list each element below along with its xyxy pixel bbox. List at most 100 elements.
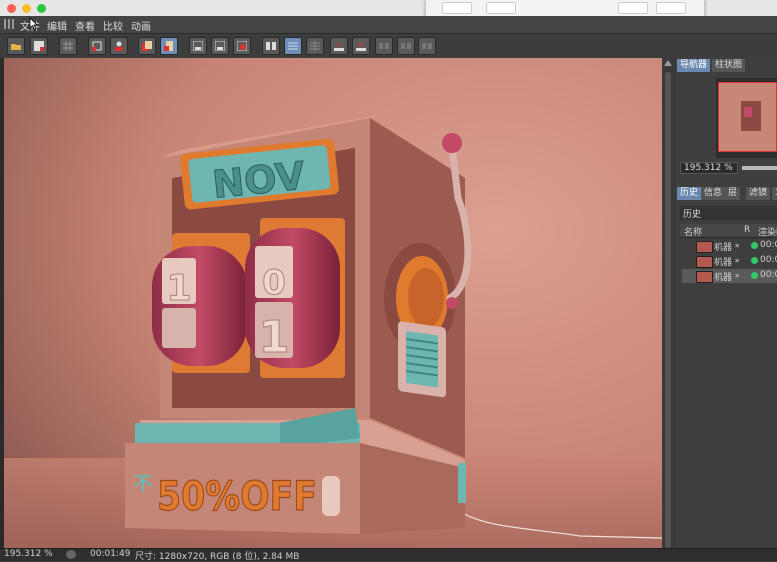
folder-icon <box>11 44 21 50</box>
copy-icon <box>142 41 152 51</box>
view-a-button[interactable] <box>189 37 207 55</box>
close-window-button[interactable] <box>7 4 16 13</box>
svg-text:A: A <box>337 41 342 49</box>
viewer-scrollbar[interactable] <box>662 58 674 548</box>
dialog-button[interactable] <box>442 2 472 14</box>
split-icon <box>288 42 298 50</box>
view-icon <box>193 41 203 51</box>
tab-more[interactable]: 3 <box>772 187 777 200</box>
menu-view[interactable]: 查看 <box>75 18 95 33</box>
history-heading: 历史 <box>683 210 702 220</box>
menu-animation[interactable]: 动画 <box>131 18 151 33</box>
zoom-menu-icon[interactable] <box>66 550 76 559</box>
right-drum-digit: 1 <box>259 312 290 363</box>
column-r[interactable]: R <box>744 225 750 235</box>
layout-button[interactable] <box>306 37 324 55</box>
history-row-name: 机器 * <box>714 273 740 283</box>
tab-histogram[interactable]: 柱状图 <box>712 59 746 72</box>
navigator-zoom-field[interactable]: 195.312 % <box>680 162 738 174</box>
side-sign-label: 不 <box>134 474 152 495</box>
grid-menu-icon[interactable] <box>4 19 14 29</box>
render-status-icon <box>751 257 758 264</box>
overlay-button[interactable] <box>418 37 436 55</box>
view-icon <box>215 41 225 51</box>
region-icon <box>92 41 102 51</box>
split-view-button[interactable] <box>284 37 302 55</box>
swap-icon <box>379 43 389 49</box>
left-drum-digit: 1 <box>166 268 191 309</box>
history-row[interactable]: 机器 * 00:0 <box>682 239 777 253</box>
window-titlebar <box>0 0 777 19</box>
column-name[interactable]: 名称 <box>684 225 702 238</box>
set-a-button[interactable]: A <box>330 37 348 55</box>
zoom-window-button[interactable] <box>37 4 46 13</box>
navigator-zoom-value: 195.312 % <box>684 163 733 173</box>
region-button[interactable] <box>88 37 106 55</box>
svg-text:B: B <box>359 41 364 49</box>
history-thumbnail <box>696 241 713 253</box>
history-row-time: 00:0 <box>760 270 777 280</box>
grid-settings-button[interactable] <box>59 37 77 55</box>
view-b-button[interactable] <box>211 37 229 55</box>
history-row-time: 00:0 <box>760 240 777 250</box>
save-file-button[interactable] <box>30 37 48 55</box>
history-row-name: 机器 * <box>714 243 740 253</box>
tab-filters[interactable]: 滤镜 <box>746 187 771 200</box>
history-tabs: 历史 信息 层 滤镜 3 <box>676 186 777 200</box>
status-image-info: 尺寸: 1280x720, RGB (8 位), 2.84 MB <box>135 552 300 562</box>
mirror-icon <box>401 43 411 49</box>
tab-navigator[interactable]: 导航器 <box>677 59 711 72</box>
history-thumbnail <box>696 256 713 268</box>
copy-button[interactable] <box>138 37 156 55</box>
snapshot-button[interactable] <box>233 37 251 55</box>
tab-layers[interactable]: 层 <box>725 187 741 200</box>
history-row-time: 00:0 <box>760 255 777 265</box>
render-image: NOV 1 0 1 50%OFF 不 <box>0 58 662 548</box>
mouse-cursor-icon <box>29 17 38 30</box>
scroll-up-icon[interactable] <box>664 60 672 66</box>
minimize-window-button[interactable] <box>22 4 31 13</box>
paste-icon <box>164 41 173 51</box>
swap-button[interactable] <box>375 37 393 55</box>
navigator-tabs: 导航器 柱状图 <box>676 58 777 72</box>
history-heading-bar: 历史 <box>680 206 777 220</box>
side-panel: 导航器 柱状图 195.312 % 历史 信息 层 滤镜 3 历史 名称 R 渲… <box>676 58 777 560</box>
history-row-selected[interactable]: 机器 * 00:0 <box>682 269 777 283</box>
user-icon <box>115 41 123 51</box>
viewer-edge <box>0 58 4 548</box>
scrollbar-thumb[interactable] <box>665 72 671 548</box>
set-b-button[interactable]: B <box>352 37 370 55</box>
history-row-name: 机器 * <box>714 258 740 268</box>
dialog-button[interactable] <box>618 2 648 14</box>
menu-bar: 文件 编辑 查看 比较 动画 <box>0 16 777 34</box>
history-row[interactable]: 机器 * 00:0 <box>682 254 777 268</box>
tab-history[interactable]: 历史 <box>677 187 702 200</box>
compare-icon <box>266 42 276 50</box>
image-viewer[interactable]: NOV 1 0 1 50%OFF 不 <box>0 58 662 548</box>
overlay-icon <box>422 43 432 49</box>
mirror-button[interactable] <box>397 37 415 55</box>
status-zoom: 195.312 % <box>4 549 53 559</box>
status-bar: 195.312 % 00:01:49 尺寸: 1280x720, RGB (8 … <box>0 548 777 562</box>
dialog-button[interactable] <box>486 2 516 14</box>
navigator-preview[interactable] <box>716 78 777 158</box>
toolbar: A B <box>0 34 777 59</box>
layout-icon <box>310 41 320 51</box>
history-columns: 名称 R 渲染时 <box>680 224 777 238</box>
dialog-button[interactable] <box>656 2 686 14</box>
save-icon <box>34 41 44 51</box>
tab-info[interactable]: 信息 <box>701 187 726 200</box>
menu-edit[interactable]: 编辑 <box>47 18 67 33</box>
compare-button[interactable] <box>262 37 280 55</box>
menu-compare[interactable]: 比较 <box>103 18 123 33</box>
right-drum-top-digit: 0 <box>262 263 286 303</box>
user-button[interactable] <box>110 37 128 55</box>
column-render-time[interactable]: 渲染时 <box>758 225 777 238</box>
zoom-slider[interactable] <box>742 166 777 170</box>
render-status-icon <box>751 272 758 279</box>
snapshot-icon <box>237 41 247 51</box>
promo-label: 50%OFF <box>157 474 317 520</box>
open-file-button[interactable] <box>7 37 25 55</box>
paste-button[interactable] <box>160 37 178 55</box>
navigator-thumbnail <box>718 82 777 152</box>
